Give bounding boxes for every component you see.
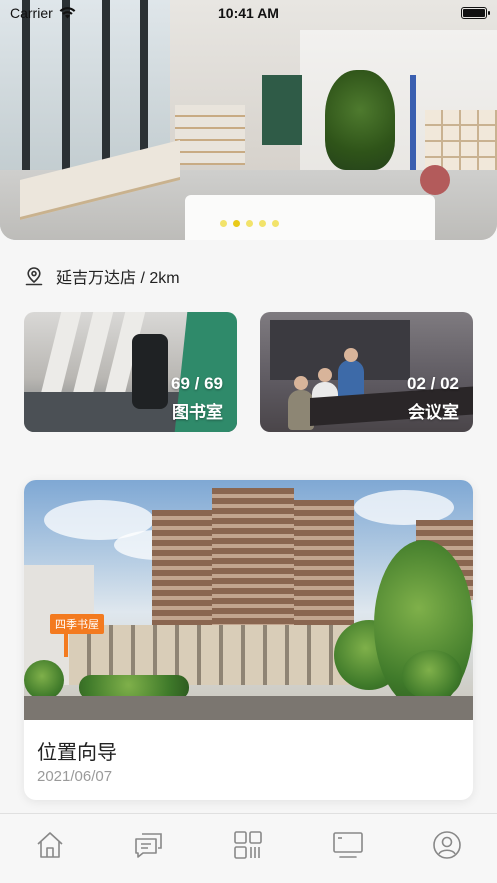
- tab-bar: [0, 813, 497, 883]
- clock: 10:41 AM: [218, 5, 279, 21]
- tab-profile[interactable]: [422, 830, 472, 870]
- banner-plinth: [185, 195, 435, 240]
- carousel-dot[interactable]: [246, 220, 253, 227]
- room-availability-count: 02 / 02: [407, 374, 459, 393]
- article-date: 2021/06/07: [37, 768, 113, 785]
- room-card-meeting[interactable]: 02 / 02 会议室: [260, 312, 473, 432]
- street: [24, 696, 473, 720]
- room-card-library[interactable]: 69 / 69 图书室: [24, 312, 237, 432]
- status-bar: Carrier 10:41 AM: [0, 0, 497, 26]
- store-sign-pole: [64, 632, 68, 657]
- meeting-person-head: [294, 376, 308, 390]
- meeting-person-head: [344, 348, 358, 362]
- qr-scan-icon: [234, 831, 263, 859]
- battery-icon: [461, 7, 490, 19]
- tab-scan[interactable]: [223, 830, 273, 870]
- room-availability-count: 69 / 69: [171, 374, 223, 393]
- tab-screen[interactable]: [323, 830, 373, 870]
- banner-ball: [420, 165, 450, 195]
- carousel-dot[interactable]: [259, 220, 266, 227]
- carousel-dot[interactable]: [272, 220, 279, 227]
- room-name: 图书室: [172, 403, 223, 422]
- home-screen: Carrier 10:41 AM 延吉万达店 / 2km 69 / 69 图书室: [0, 0, 497, 883]
- article-title: 位置向导: [37, 742, 117, 764]
- store-sign: 四季书屋: [50, 614, 104, 634]
- carrier-label: Carrier: [10, 5, 53, 21]
- tab-messages[interactable]: [124, 830, 174, 870]
- carousel-page-indicator[interactable]: [220, 220, 279, 227]
- chat-icon: [135, 833, 162, 858]
- banner-carousel[interactable]: [0, 0, 497, 240]
- banner-doorway: [262, 75, 302, 145]
- article-photo: 四季书屋: [24, 480, 473, 720]
- location-text: 延吉万达店 / 2km: [56, 270, 180, 287]
- meeting-person-head: [318, 368, 332, 382]
- wifi-icon: [59, 7, 76, 19]
- article-card[interactable]: 四季书屋 位置向导 2021/06/07: [24, 480, 473, 800]
- banner-plant: [325, 70, 395, 170]
- screen-icon: [333, 832, 363, 858]
- home-icon: [37, 832, 63, 858]
- carousel-dot[interactable]: [220, 220, 227, 227]
- tab-home[interactable]: [25, 830, 75, 870]
- profile-icon: [433, 831, 462, 859]
- location-pin-icon: [25, 267, 43, 286]
- banner-shelf: [175, 105, 245, 165]
- room-name: 会议室: [408, 403, 459, 422]
- library-chair: [132, 334, 168, 409]
- store-location[interactable]: 延吉万达店 / 2km: [24, 264, 180, 288]
- carousel-dot-active[interactable]: [233, 220, 240, 227]
